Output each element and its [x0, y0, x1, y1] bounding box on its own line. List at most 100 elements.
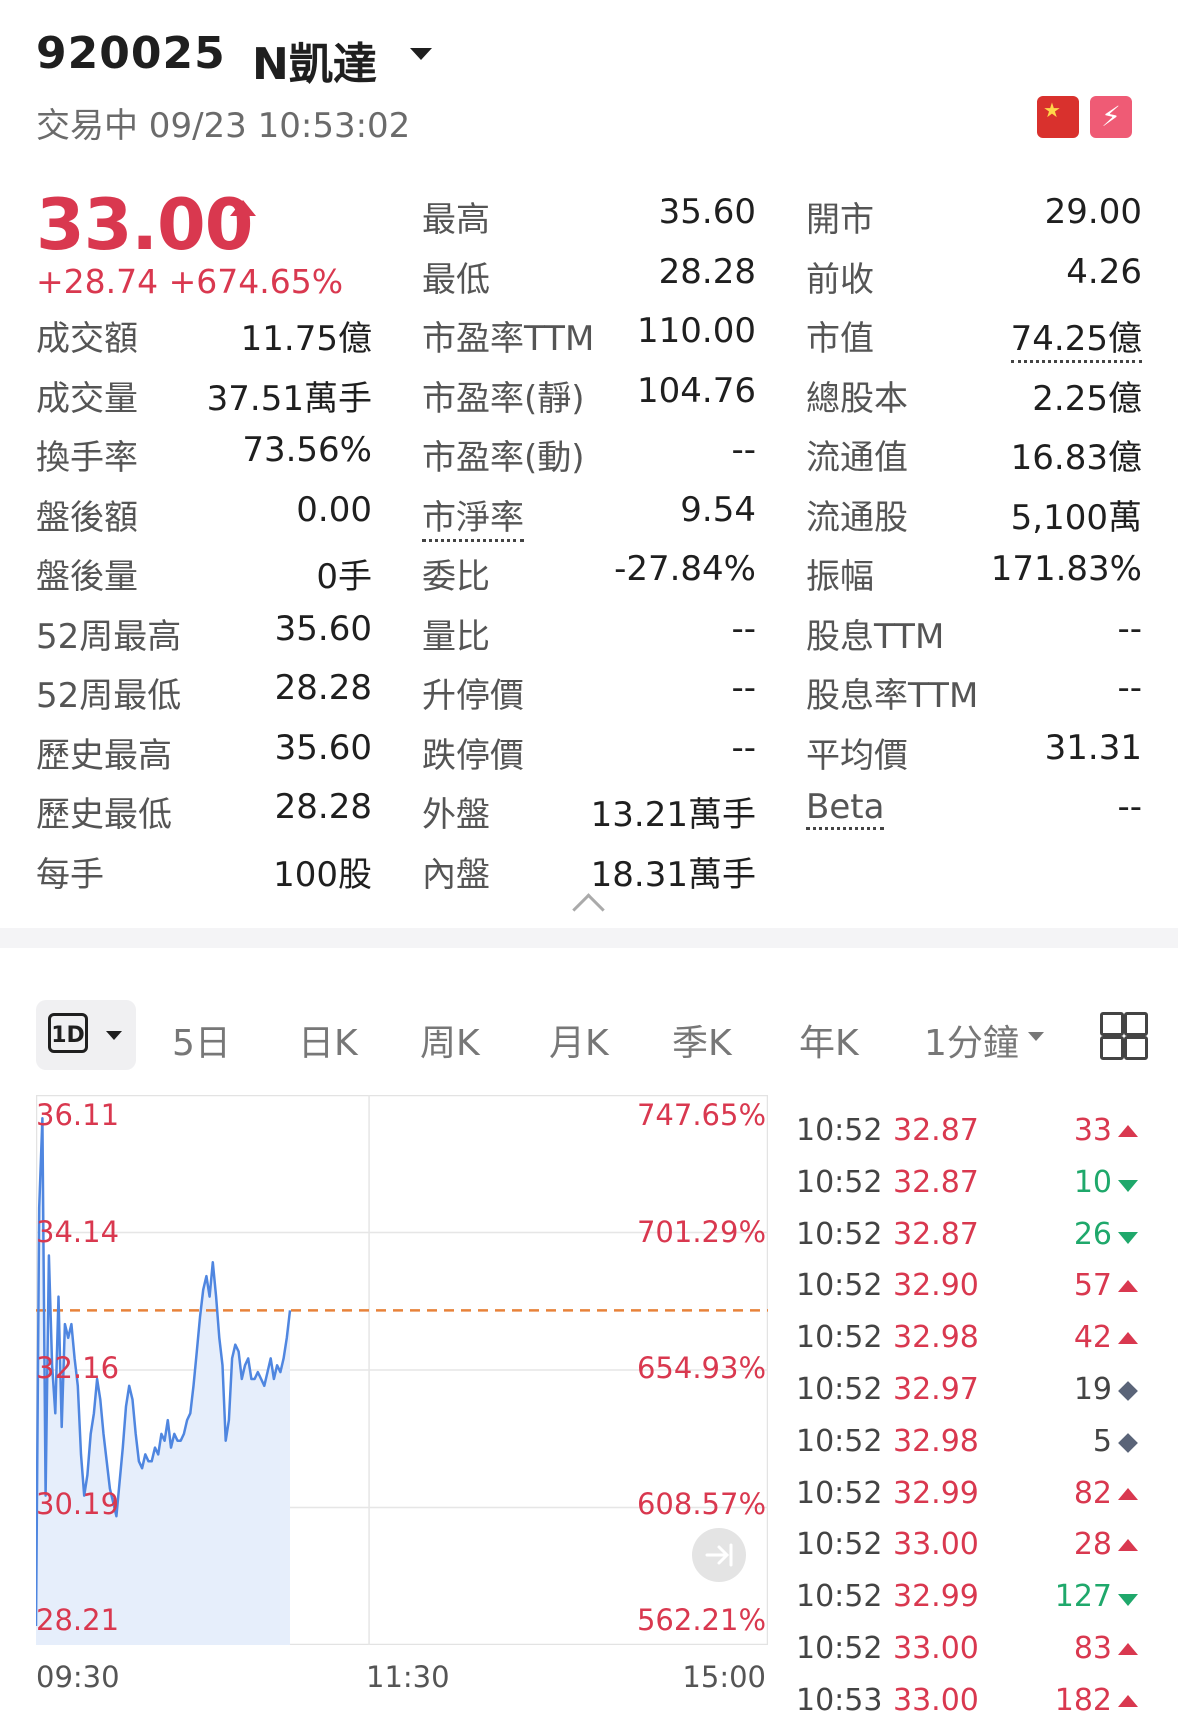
tick-volume: 33: [1073, 1113, 1112, 1148]
stat-label: 流通股: [806, 497, 908, 538]
stock-name[interactable]: N凱達: [252, 28, 377, 92]
section-divider: [0, 928, 1178, 948]
stat-value: 2.25億: [1032, 378, 1142, 419]
stat-label: 內盤: [422, 854, 490, 895]
stat-label: 成交額: [36, 319, 138, 359]
stat-label: 總股本: [806, 378, 908, 419]
tab-6[interactable]: 年K: [799, 1014, 859, 1066]
stat-value: --: [731, 430, 756, 470]
stat-label: 換手率: [36, 438, 138, 478]
percent-axis-label: 562.21%: [636, 1603, 766, 1637]
tab-4[interactable]: 月K: [549, 1014, 609, 1066]
stat-label: 成交量: [36, 378, 138, 419]
percent-axis-label: 608.57%: [636, 1487, 766, 1521]
time-axis-label: 15:00: [682, 1660, 766, 1694]
tab-1[interactable]: 5日: [172, 1014, 231, 1066]
stat-label[interactable]: Beta: [806, 787, 885, 830]
stat-value: 0.00: [296, 489, 372, 530]
price-change: +28.74 +674.65%: [36, 262, 344, 301]
stat-value: 29.00: [1044, 192, 1142, 232]
tab-1d-label: 1D: [48, 1013, 88, 1053]
stat-value: 31.31: [1044, 727, 1142, 768]
stat-value: -27.84%: [614, 549, 756, 589]
stat-value: --: [731, 608, 756, 649]
tick-time: 10:52: [796, 1423, 883, 1459]
triangle-up-icon: [1118, 1694, 1138, 1707]
stat-label: 股息TTM: [806, 616, 945, 657]
tick-volume: 26: [1073, 1216, 1112, 1252]
tick-price: 32.99: [893, 1579, 979, 1615]
stat-label: 市盈率TTM: [422, 319, 595, 359]
stat-label: 市盈率(動): [422, 438, 585, 478]
stat-value: 110.00: [637, 311, 756, 351]
stat-value: 104.76: [637, 370, 756, 411]
tick-volume: 82: [1073, 1475, 1112, 1511]
stat-value: 5,100萬: [1010, 497, 1142, 538]
stat-value: --: [731, 668, 756, 708]
collapse-icon[interactable]: [572, 893, 605, 926]
stat-value: 35.60: [274, 608, 372, 649]
tick-time: 10:52: [796, 1475, 883, 1511]
tab-1d[interactable]: 1D: [36, 1000, 136, 1070]
stat-value: 35.60: [658, 192, 756, 232]
price-axis-label: 28.21: [36, 1603, 120, 1637]
stat-value: 28.28: [658, 251, 756, 292]
tick-price: 32.90: [893, 1268, 979, 1304]
stat-label: 市盈率(靜): [422, 378, 585, 419]
tab-7[interactable]: 1分鐘: [924, 1014, 1019, 1066]
stat-value: 18.31萬手: [590, 854, 756, 895]
stat-value: --: [1117, 787, 1142, 827]
tick-time: 10:53: [796, 1682, 883, 1718]
stat-value: 74.25億: [1010, 311, 1142, 363]
tab-3[interactable]: 周K: [420, 1014, 480, 1066]
tick-time: 10:52: [796, 1527, 883, 1563]
time-axis-label: 11:30: [366, 1660, 450, 1694]
stat-value: 28.28: [274, 668, 372, 708]
triangle-down-icon: [1118, 1179, 1138, 1192]
tick-volume: 127: [1054, 1579, 1112, 1615]
stat-value: 73.56%: [242, 430, 372, 470]
stat-label: 升停價: [422, 676, 524, 716]
time-axis-label: 09:30: [36, 1660, 120, 1694]
tick-time: 10:52: [796, 1113, 883, 1148]
tick-time: 10:52: [796, 1216, 883, 1252]
trading-status: 交易中 09/23 10:53:02: [36, 106, 411, 146]
current-price: 33.00: [36, 184, 253, 266]
tick-price: 33.00: [893, 1682, 979, 1718]
triangle-up-icon: [1118, 1643, 1138, 1655]
tick-volume: 182: [1054, 1682, 1112, 1718]
stat-label: 股息率TTM: [806, 676, 979, 716]
stat-value: --: [1117, 668, 1142, 708]
tab-2[interactable]: 日K: [298, 1014, 358, 1066]
tick-price: 32.87: [893, 1216, 979, 1252]
stat-value: 37.51萬手: [206, 378, 372, 419]
tick-volume: 5: [1092, 1423, 1112, 1459]
tick-time: 10:52: [796, 1579, 883, 1615]
stat-value: 28.28: [274, 787, 372, 827]
price-axis-label: 34.14: [36, 1215, 120, 1249]
chevron-down-icon[interactable]: [410, 48, 432, 60]
stat-label: 前收: [806, 259, 874, 300]
stat-label: 開市: [806, 200, 874, 240]
tick-volume: 10: [1073, 1164, 1112, 1200]
stat-label: 市值: [806, 319, 874, 359]
stat-label: 外盤: [422, 795, 490, 835]
stat-label: 歷史最低: [36, 795, 172, 835]
grid-layout-icon[interactable]: [1100, 1012, 1148, 1060]
triangle-up-icon: [1118, 1125, 1138, 1137]
tab-5[interactable]: 季K: [672, 1014, 732, 1066]
chevron-down-icon[interactable]: [1028, 1032, 1044, 1041]
tick-price: 32.87: [893, 1113, 979, 1148]
stat-label: 量比: [422, 616, 490, 657]
stat-label[interactable]: 市淨率: [422, 490, 524, 542]
stat-label: 盤後額: [36, 497, 138, 538]
tick-time: 10:52: [796, 1372, 883, 1407]
tick-price: 32.87: [893, 1164, 979, 1200]
stat-label: 最高: [422, 200, 490, 240]
tick-price: 33.00: [893, 1527, 979, 1563]
price-axis-label: 36.11: [36, 1098, 120, 1132]
stat-label: 振幅: [806, 557, 874, 597]
stat-label: 盤後量: [36, 557, 138, 597]
flash-icon[interactable]: ⚡: [1090, 96, 1132, 138]
chevron-down-icon: [106, 1031, 122, 1040]
